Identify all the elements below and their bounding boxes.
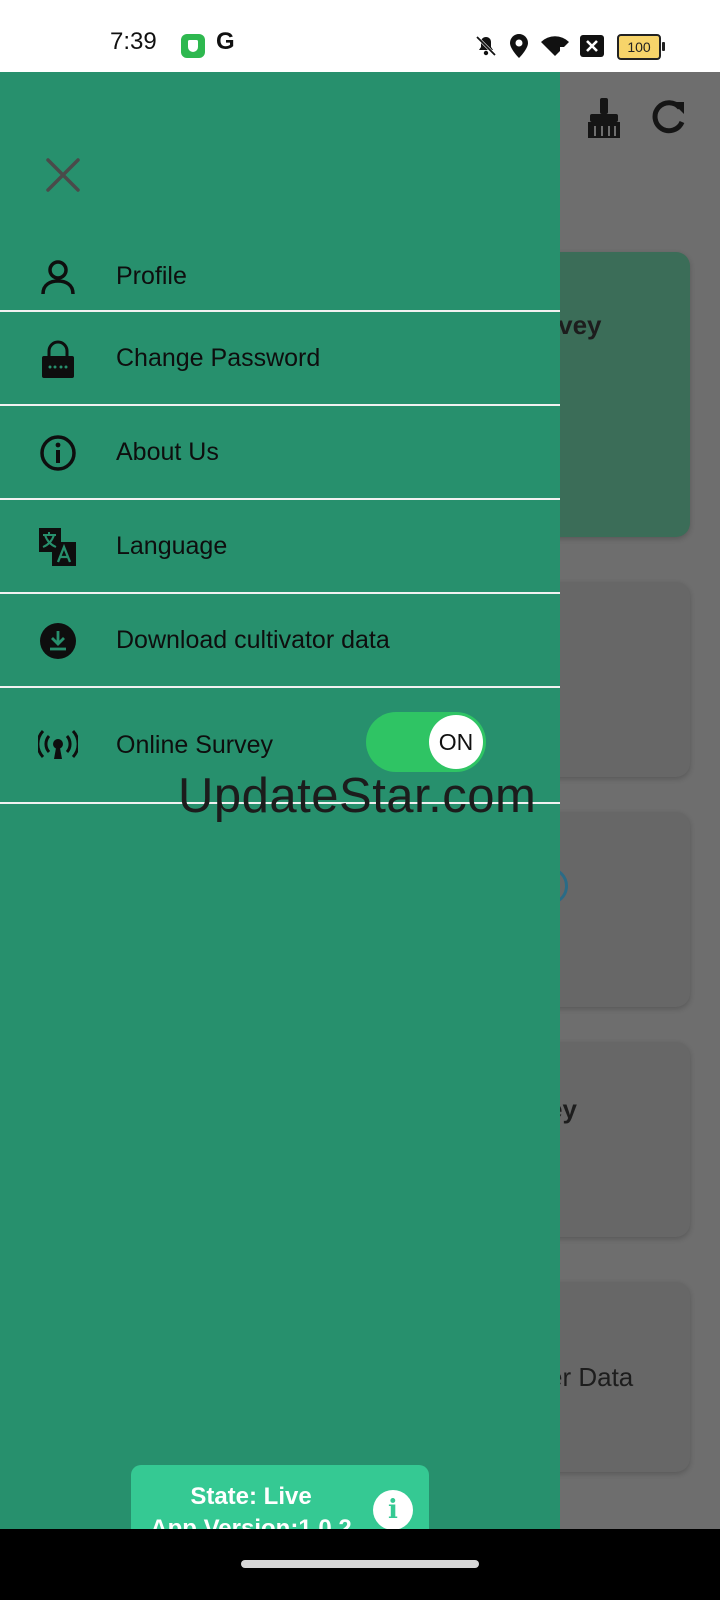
info-icon[interactable]: i	[373, 1490, 413, 1530]
person-icon	[38, 257, 78, 297]
online-survey-toggle[interactable]: ON	[366, 712, 486, 772]
broadcast-icon	[38, 726, 78, 766]
battery-icon: 100	[617, 34, 665, 60]
menu-item-change-password[interactable]: Change Password	[0, 312, 560, 406]
menu-label: Language	[116, 532, 228, 560]
system-nav-bar	[0, 1529, 720, 1600]
menu-label: Profile	[116, 262, 187, 290]
shield-app-icon	[181, 34, 205, 58]
menu-item-profile[interactable]: Profile	[0, 242, 560, 312]
translate-icon	[38, 527, 78, 567]
watermark: UpdateStar.com	[178, 769, 537, 823]
menu-label: Change Password	[116, 344, 321, 372]
google-icon: G	[216, 28, 235, 55]
menu-item-download-cultivator-data[interactable]: Download cultivator data	[0, 594, 560, 688]
state-text: State: Live	[190, 1483, 312, 1510]
home-gesture-handle[interactable]	[241, 1560, 479, 1568]
menu-label: Online Survey	[116, 731, 274, 759]
status-bar: 7:39 G 100	[0, 0, 720, 72]
menu-item-language[interactable]: Language	[0, 500, 560, 594]
menu-item-about-us[interactable]: About Us	[0, 406, 560, 500]
menu-label: Download cultivator data	[116, 626, 390, 654]
status-time: 7:39	[110, 28, 157, 55]
info-icon	[38, 433, 78, 473]
download-icon	[38, 621, 78, 661]
bell-off-icon	[475, 35, 497, 57]
wifi-icon	[541, 36, 570, 58]
close-icon[interactable]	[40, 152, 86, 198]
location-icon	[510, 34, 528, 58]
toggle-knob: ON	[429, 715, 483, 769]
lock-icon	[38, 339, 78, 379]
signal-x-icon	[580, 35, 604, 57]
broom-icon	[588, 98, 620, 138]
refresh-icon	[652, 100, 685, 134]
background-card-text: er Data	[548, 1362, 634, 1392]
menu-label: About Us	[116, 438, 219, 466]
